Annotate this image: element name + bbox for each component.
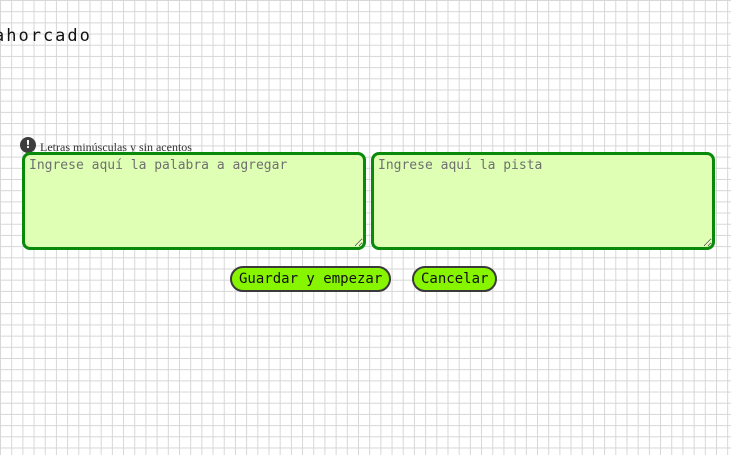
exclamation-circle-icon: !: [20, 136, 36, 153]
clue-input[interactable]: [371, 152, 715, 250]
cancel-button[interactable]: Cancelar: [412, 266, 498, 292]
word-input[interactable]: [22, 152, 366, 250]
save-and-start-button[interactable]: Guardar y empezar: [230, 266, 392, 292]
app-logo: ahorcado: [0, 26, 92, 46]
